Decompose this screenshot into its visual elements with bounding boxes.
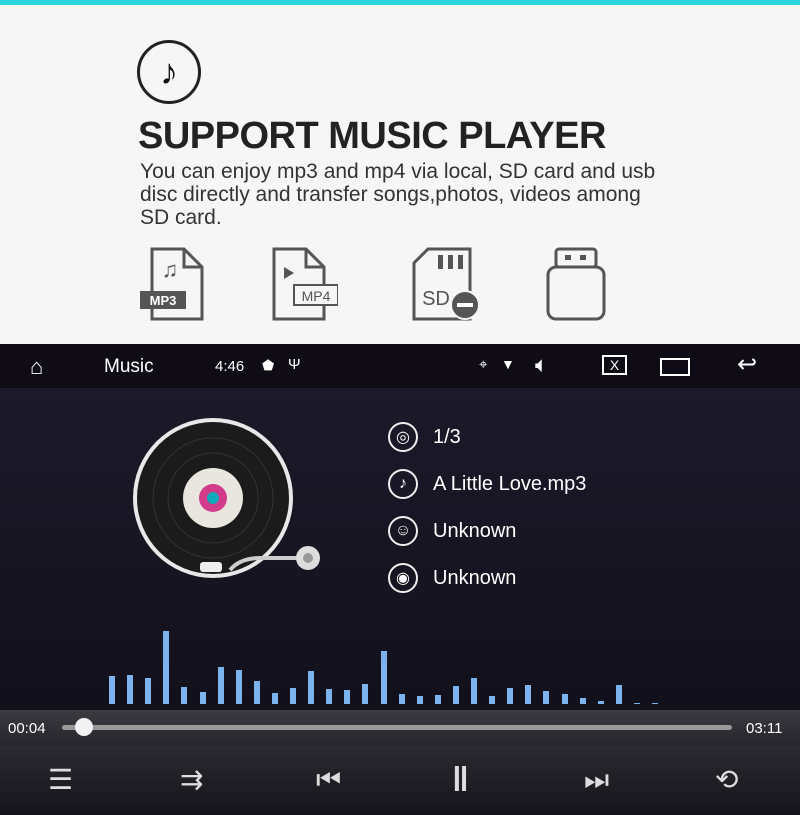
visualizer-bar [290, 688, 296, 704]
music-note-icon: ♪ [137, 40, 201, 104]
visualizer-bar [362, 684, 369, 704]
visualizer-bar [471, 678, 477, 704]
next-icon[interactable]: ⏭︎ [584, 765, 609, 795]
seek-handle[interactable] [75, 718, 94, 736]
shuffle-icon[interactable]: ⇉ [180, 765, 203, 795]
playlist-icon[interactable]: ☰ [48, 765, 73, 795]
home-icon[interactable]: ⌂ [30, 354, 43, 380]
recent-apps-icon[interactable] [660, 358, 690, 376]
close-app-icon[interactable]: X [602, 355, 627, 375]
artist-row: ☺ Unknown [388, 516, 516, 546]
sd-label: SD [422, 288, 450, 310]
track-title: A Little Love.mp3 [433, 472, 587, 495]
visualizer-bar [308, 671, 315, 704]
track-index: 1/3 [433, 425, 461, 448]
visualizer-bar [489, 696, 496, 704]
volume-icon[interactable]: 🔈︎ [535, 352, 548, 378]
visualizer-bar [326, 689, 333, 704]
visualizer-bar [217, 667, 224, 704]
usb-drive-icon [546, 247, 606, 321]
visualizer-bar [199, 692, 206, 704]
promo-title: SUPPORT MUSIC PLAYER [138, 115, 606, 157]
visualizer-bar [181, 687, 188, 704]
shield-icon: ⬟ [262, 357, 275, 373]
visualizer-bar [652, 703, 658, 704]
playback-controls [0, 746, 800, 815]
visualizer-bar [380, 651, 387, 704]
visualizer-bar [416, 696, 423, 704]
app-title: Music [104, 356, 154, 377]
visualizer-bar [145, 678, 152, 704]
mp4-file-icon: MP4 [272, 247, 338, 321]
mp3-file-icon: ♫ MP3 [140, 247, 204, 321]
promo-description: You can enjoy mp3 and mp4 via local, SD … [140, 160, 656, 229]
svg-text:♫: ♫ [162, 257, 179, 282]
visualizer-bar [235, 670, 242, 704]
sd-card-icon: SD [412, 247, 480, 321]
disc-icon: ◎ [388, 422, 418, 452]
album-row: ◉ Unknown [388, 563, 516, 593]
album: Unknown [433, 566, 517, 589]
wifi-icon: ▼ [501, 356, 515, 372]
visualizer-bar [344, 690, 351, 704]
visualizer-bar [163, 631, 170, 704]
visualizer-bar [597, 701, 604, 704]
mp3-label: MP3 [150, 293, 177, 308]
visualizer-bar [561, 694, 568, 704]
status-bar: ⌂ Music 4:46 ⬟ Ψ ⌖ ▼ 🔈︎ X ↩ [0, 344, 800, 388]
seek-track[interactable] [62, 725, 732, 730]
mp4-label: MP4 [302, 288, 331, 304]
pause-icon[interactable]: ‖ [452, 763, 469, 797]
track-index-row: ◎ 1/3 [388, 422, 461, 452]
repeat-all-icon[interactable]: ⟲ [715, 765, 738, 795]
music-note-icon: ♪ [388, 469, 418, 499]
vinyl-record-icon [133, 418, 320, 578]
album-icon: ◉ [388, 563, 418, 593]
back-icon[interactable]: ↩ [737, 350, 757, 379]
visualizer-bar [525, 685, 532, 704]
location-icon: ⌖ [479, 356, 488, 373]
visualizer-bar [633, 703, 640, 704]
artist-icon: ☺ [388, 516, 418, 546]
usb-icon: Ψ [288, 356, 301, 373]
visualizer-bar [434, 695, 441, 704]
visualizer-bar [579, 698, 586, 704]
visualizer-bar [398, 694, 405, 704]
visualizer-bar [253, 681, 260, 704]
visualizer-bar [543, 691, 550, 704]
previous-icon[interactable]: ⏮︎ [316, 765, 341, 795]
track-title-row: ♪ A Little Love.mp3 [388, 469, 586, 499]
visualizer-bar [615, 685, 622, 704]
visualizer-bar [271, 693, 278, 704]
progress-bar: 00:04 03:11 [0, 710, 800, 746]
elapsed-time: 00:04 [8, 720, 46, 737]
artist: Unknown [433, 519, 517, 542]
visualizer-bar [127, 675, 134, 704]
clock: 4:46 [215, 358, 245, 375]
visualizer-bar [507, 688, 514, 704]
visualizer-bar [109, 676, 115, 704]
total-time: 03:11 [746, 720, 783, 737]
visualizer-bar [452, 686, 459, 704]
